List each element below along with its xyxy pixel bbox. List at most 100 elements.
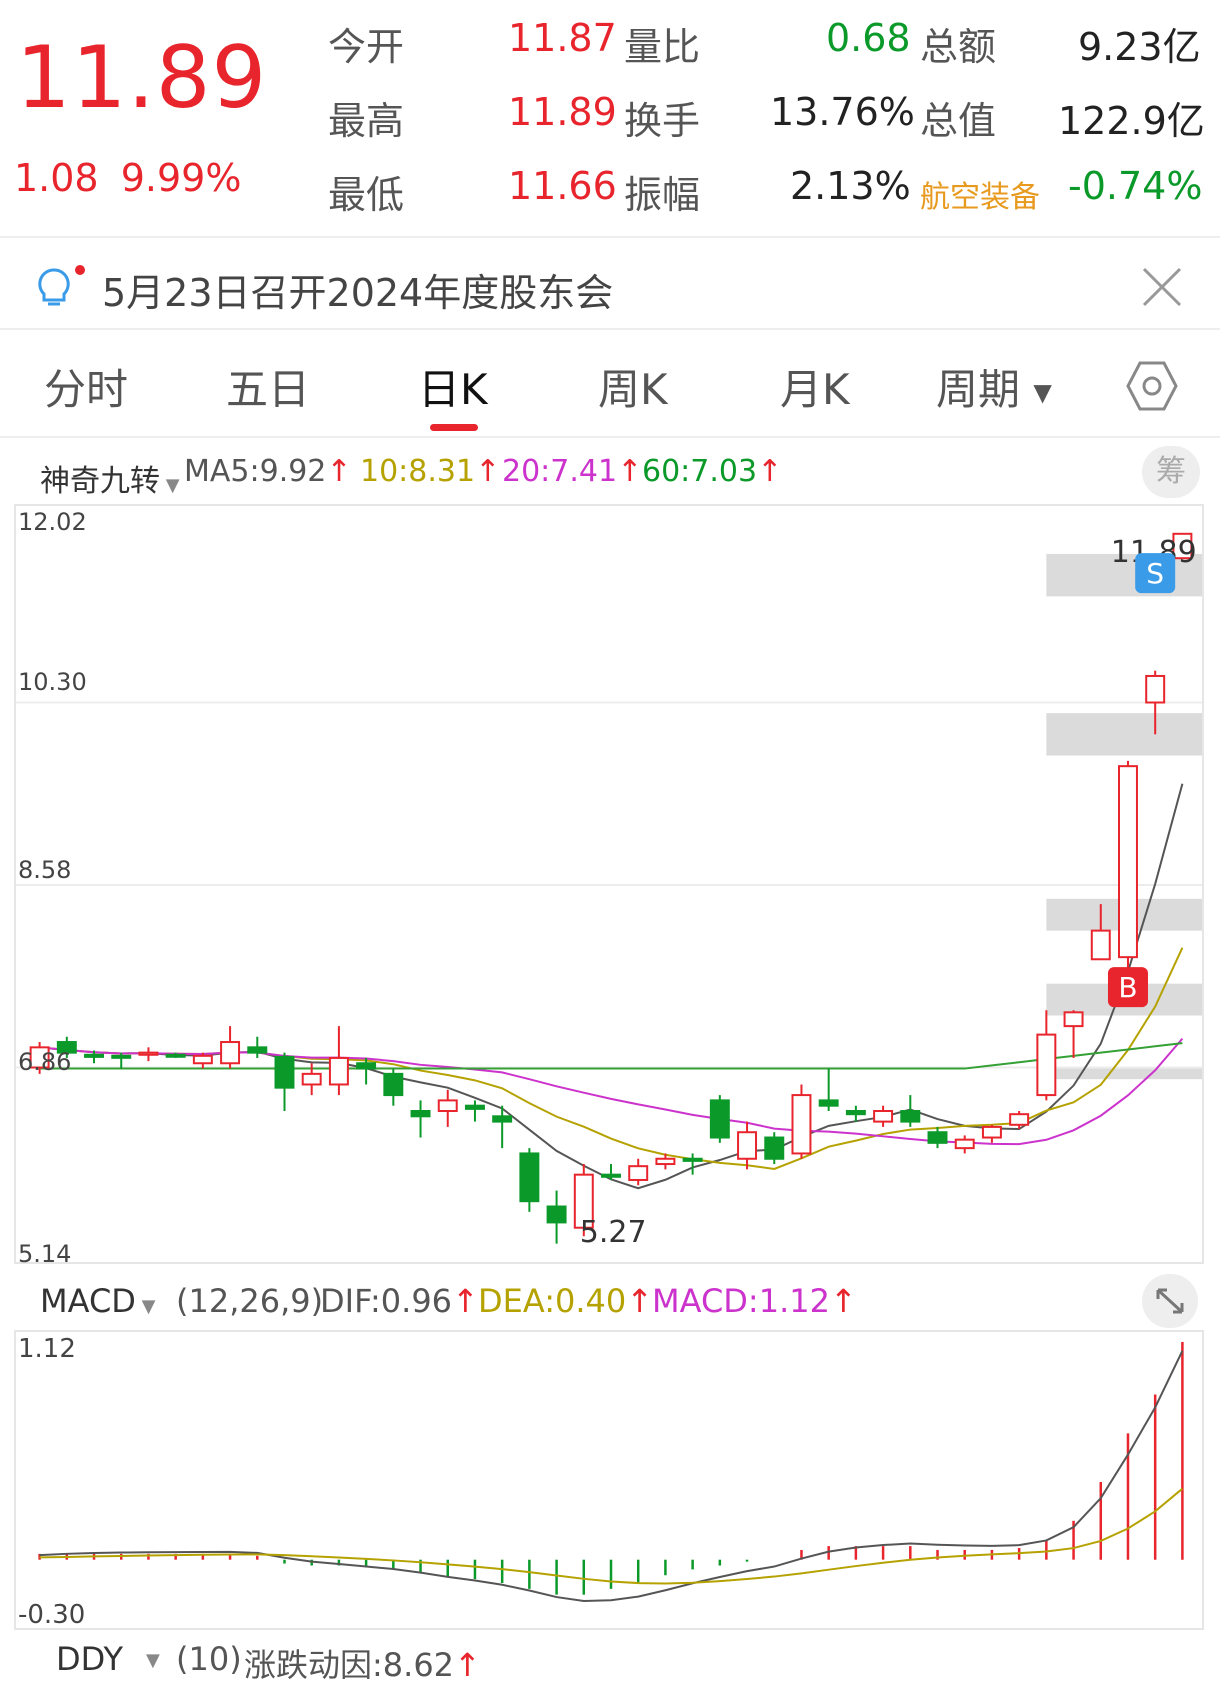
macd-dif: DIF:0.96↑ xyxy=(320,1282,479,1320)
price-change: 1.08 9.99% xyxy=(14,156,241,200)
up-arrow-icon: ↑ xyxy=(326,454,352,489)
ddy-header: DDY ▼ (10) 涨跌动因:8.62↑ xyxy=(0,1636,1220,1686)
sector-change: -0.74% xyxy=(1068,164,1203,208)
sell-signal-label: S xyxy=(1146,557,1164,590)
candle-body xyxy=(192,1054,213,1065)
macd-axis-bottom: -0.30 xyxy=(18,1600,86,1630)
y-axis-bottom: 5.14 xyxy=(18,1240,72,1268)
candle-body xyxy=(954,1138,975,1150)
ma20-value: 20:7.41↑ xyxy=(502,454,642,489)
hexagon-settings-icon[interactable] xyxy=(1126,360,1178,412)
macd-svg xyxy=(38,1342,1184,1603)
expand-icon[interactable] xyxy=(1142,1274,1198,1328)
candle-body xyxy=(981,1125,1002,1139)
ma10-value: 10:8.31↑ xyxy=(360,454,500,489)
chevron-down-icon: ▼ xyxy=(135,1296,156,1317)
candle-body xyxy=(492,1115,513,1123)
macd-dea-text: DEA:0.40 xyxy=(478,1282,627,1320)
indicator-selector[interactable]: 神奇九转 ▼ xyxy=(40,456,180,500)
sector-name[interactable]: 航空装备 xyxy=(920,172,1040,216)
candle-body xyxy=(464,1104,485,1110)
label-high: 最高 xyxy=(328,99,405,143)
y-axis-mid1: 10.30 xyxy=(18,668,87,696)
tab-monthly-k[interactable]: 月K xyxy=(780,356,850,417)
candle-body xyxy=(682,1157,703,1162)
candle-body xyxy=(546,1205,567,1224)
ma20-text: 20:7.41 xyxy=(502,454,618,489)
macd-chart[interactable] xyxy=(14,1330,1204,1630)
kline-svg: 5.2711.89BS xyxy=(16,532,1206,1250)
tab-five-day[interactable]: 五日 xyxy=(226,356,310,417)
up-arrow-icon: ↑ xyxy=(454,1646,481,1684)
up-arrow-icon: ↑ xyxy=(626,1282,654,1320)
notice-bar[interactable]: 5月23日召开2024年度股东会 xyxy=(0,240,1220,330)
candle-body xyxy=(328,1056,349,1086)
value-open: 11.87 xyxy=(508,16,617,60)
label-turnover-amount: 总额 xyxy=(920,25,997,69)
candle-body xyxy=(764,1136,785,1160)
candle-body xyxy=(247,1046,268,1054)
candle-body xyxy=(737,1131,758,1160)
candle-body xyxy=(383,1072,404,1097)
up-arrow-icon: ↑ xyxy=(617,454,643,489)
tab-intraday[interactable]: 分时 xyxy=(44,356,128,417)
value-low: 11.66 xyxy=(508,164,617,208)
value-turnover-amount: 9.23亿 xyxy=(1078,25,1201,69)
up-arrow-icon: ↑ xyxy=(452,1282,479,1320)
last-price: 11.89 xyxy=(16,28,268,128)
candle-body xyxy=(628,1165,649,1181)
chevron-down-icon: ▼ xyxy=(160,475,180,496)
macd-dif-text: DIF:0.96 xyxy=(320,1282,453,1320)
candle-body xyxy=(873,1110,894,1123)
tab-period-label: 周期 xyxy=(936,365,1021,414)
candle-body xyxy=(220,1041,241,1065)
active-tab-indicator xyxy=(430,424,478,431)
candle-body xyxy=(274,1055,295,1089)
candle-body xyxy=(410,1110,431,1118)
close-icon[interactable] xyxy=(1140,265,1184,309)
chip-distribution-button[interactable]: 筹 xyxy=(1142,446,1200,498)
candle-body xyxy=(1145,674,1166,704)
candle-body xyxy=(1090,929,1111,961)
macd-value: MACD:1.12↑ xyxy=(652,1282,857,1320)
candle-body xyxy=(818,1099,839,1107)
candle-body xyxy=(927,1131,948,1144)
macd-name: MACD xyxy=(40,1282,136,1320)
macd-dea: DEA:0.40↑ xyxy=(478,1282,653,1320)
ma5-text: MA5:9.92 xyxy=(184,454,327,489)
value-high: 11.89 xyxy=(508,90,617,134)
notice-text[interactable]: 5月23日召开2024年度股东会 xyxy=(102,262,613,317)
ddy-value-text: 涨跌动因:8.62 xyxy=(244,1646,455,1684)
macd-selector[interactable]: MACD ▼ xyxy=(40,1282,156,1320)
candle-body xyxy=(165,1053,186,1058)
macd-axis-top: 1.12 xyxy=(18,1334,76,1364)
label-volume-ratio: 量比 xyxy=(624,25,701,69)
label-market-cap: 总值 xyxy=(920,99,997,143)
value-volume-ratio: 0.68 xyxy=(826,16,911,60)
ddy-params: (10) xyxy=(176,1640,242,1678)
candle-body xyxy=(301,1072,322,1086)
candle-body xyxy=(655,1157,676,1166)
candle-body xyxy=(111,1054,132,1059)
indicator-row: 神奇九转 ▼ MA5:9.92↑ 10:8.31↑ 20:7.41↑ 60:7.… xyxy=(0,440,1220,500)
up-arrow-icon: ↑ xyxy=(475,454,501,489)
ma5-value: MA5:9.92↑ xyxy=(184,454,352,489)
candle-body xyxy=(356,1062,377,1070)
candle-body xyxy=(138,1051,159,1056)
ddy-name[interactable]: DDY xyxy=(56,1640,123,1678)
value-turnover-rate: 13.76% xyxy=(770,90,915,134)
ma5-line xyxy=(39,783,1184,1190)
candle-body xyxy=(791,1094,812,1155)
ma60-value: 60:7.03↑ xyxy=(642,454,782,489)
lightbulb-icon xyxy=(38,265,85,306)
kline-chart[interactable]: 5.27 11.89 B S xyxy=(14,504,1206,1264)
value-market-cap: 122.9亿 xyxy=(1058,99,1205,143)
tab-daily-k[interactable]: 日K xyxy=(418,356,488,417)
chevron-down-icon: ▼ xyxy=(146,1650,160,1671)
candle-body xyxy=(601,1173,621,1178)
ddy-value: 涨跌动因:8.62↑ xyxy=(244,1640,481,1686)
support-band xyxy=(1046,713,1206,756)
tab-weekly-k[interactable]: 周K xyxy=(598,356,668,417)
macd-value-text: MACD:1.12 xyxy=(652,1282,830,1320)
tab-period-dropdown[interactable]: 周期 ▼ xyxy=(936,356,1052,417)
